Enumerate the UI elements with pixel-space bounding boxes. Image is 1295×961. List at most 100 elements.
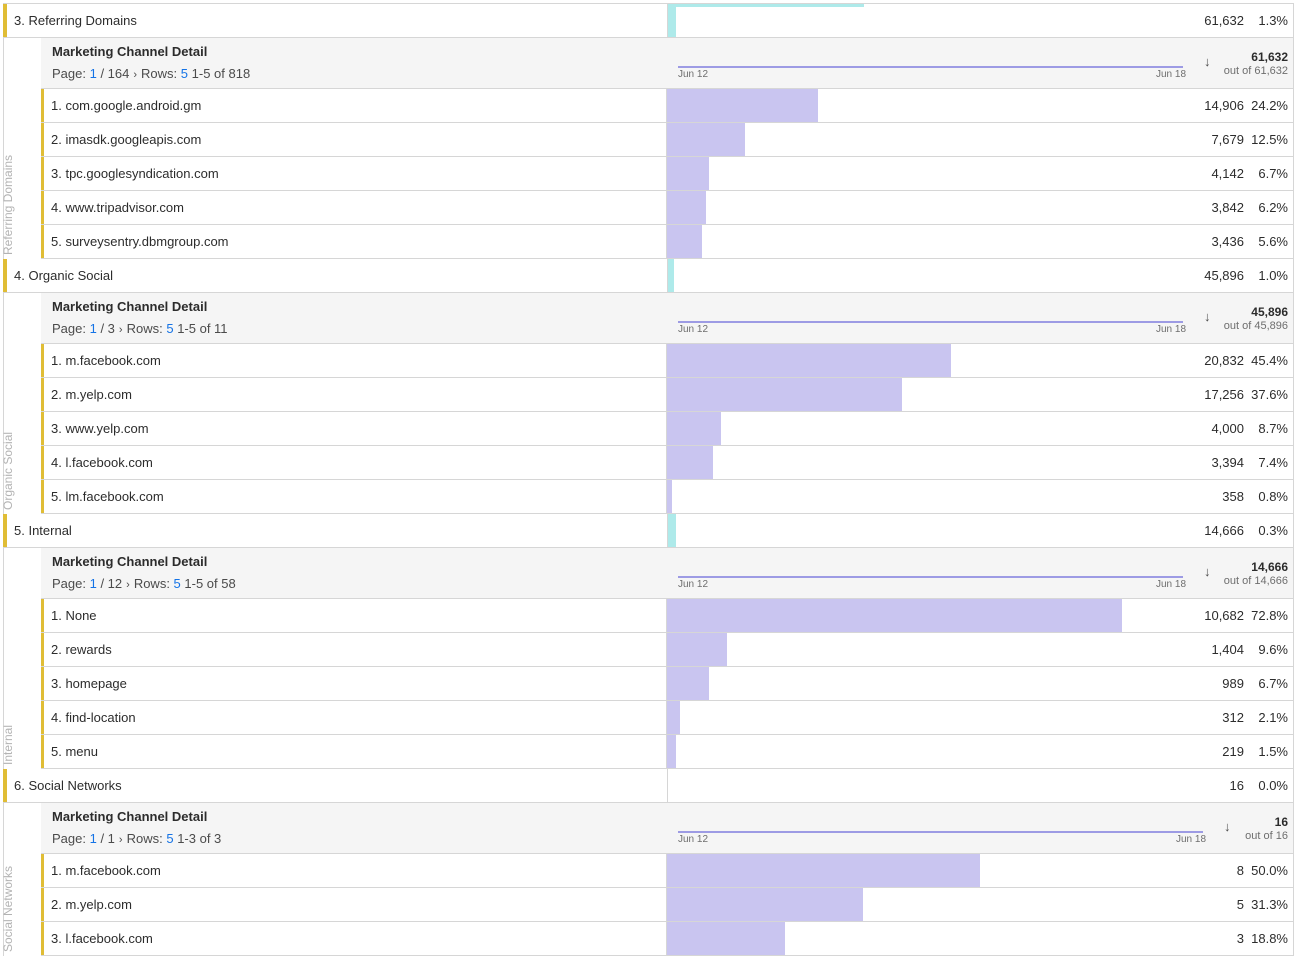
chevron-right-icon[interactable]: › (119, 324, 123, 336)
page-number[interactable]: 1 (90, 831, 97, 846)
breakdown-row[interactable]: 5. lm.facebook.com 358 0.8% (41, 480, 1294, 514)
breakdown-row-label[interactable]: 1. None (51, 599, 97, 632)
breakdown-bar (667, 344, 951, 377)
rows-range: 1-5 of 58 (184, 576, 236, 591)
pagination: Page: 1 / 164 › Rows: 5 1-5 of 818 (52, 66, 250, 81)
breakdown-row-label[interactable]: 5. lm.facebook.com (51, 480, 164, 513)
breakdown-row-label[interactable]: 4. find-location (51, 701, 136, 734)
breakdown-row[interactable]: 2. m.yelp.com 5 31.3% (41, 888, 1294, 922)
arrow-down-icon[interactable]: ↓ (1224, 819, 1231, 834)
breakdown-row-label[interactable]: 5. surveysentry.dbmgroup.com (51, 225, 229, 258)
breakdown-metric-percent: 31.3% (1251, 897, 1288, 912)
breakdown-row[interactable]: 2. imasdk.googleapis.com 7,679 12.5% (41, 123, 1294, 157)
breakdown-group: Social Networks Marketing Channel Detail P… (1, 803, 1294, 956)
channel-row[interactable]: 6. Social Networks 16 0.0% (3, 769, 1294, 803)
breakdown-row-label[interactable]: 3. tpc.googlesyndication.com (51, 157, 219, 190)
breakdown-row-label[interactable]: 1. m.facebook.com (51, 854, 161, 887)
channel-metric-value: 45,896 (1204, 268, 1244, 283)
pagination: Page: 1 / 1 › Rows: 5 1-3 of 3 (52, 831, 221, 846)
breakdown-row[interactable]: 1. com.google.android.gm 14,906 24.2% (41, 89, 1294, 123)
breakdown-row-label[interactable]: 1. m.facebook.com (51, 344, 161, 377)
chevron-right-icon[interactable]: › (126, 579, 130, 591)
arrow-down-icon[interactable]: ↓ (1204, 54, 1211, 69)
page-number[interactable]: 1 (90, 576, 97, 591)
channel-metric-percent: 0.0% (1258, 778, 1288, 793)
arrow-down-icon[interactable]: ↓ (1204, 564, 1211, 579)
breakdown-metric-value: 358 (1222, 489, 1244, 504)
breakdown-row[interactable]: 3. l.facebook.com 3 18.8% (41, 922, 1294, 956)
breakdown-metric-value: 10,682 (1204, 608, 1244, 623)
row-accent-bar (41, 446, 44, 479)
chevron-right-icon[interactable]: › (119, 834, 123, 846)
chevron-right-icon[interactable]: › (133, 69, 137, 81)
date-start-label: Jun 12 (678, 324, 709, 335)
breakdown-row[interactable]: 4. www.tripadvisor.com 3,842 6.2% (41, 191, 1294, 225)
breakdown-metric-value: 989 (1222, 676, 1244, 691)
breakdown-row-label[interactable]: 2. imasdk.googleapis.com (51, 123, 201, 156)
channel-row[interactable]: 4. Organic Social 45,896 1.0% (3, 259, 1294, 293)
breakdown-row-label[interactable]: 3. l.facebook.com (51, 922, 153, 955)
breakdown-row-label[interactable]: 2. m.yelp.com (51, 888, 132, 921)
rows-per-page[interactable]: 5 (166, 831, 173, 846)
channel-label[interactable]: 3. Referring Domains (14, 4, 137, 37)
breakdown-metric-percent: 1.5% (1258, 744, 1288, 759)
breakdown-header: Marketing Channel Detail Page: 1 / 3 › Rows… (41, 293, 1294, 344)
page-number[interactable]: 1 (90, 321, 97, 336)
channel-bar (668, 259, 675, 292)
breakdown-row[interactable]: 2. m.yelp.com 17,256 37.6% (41, 378, 1294, 412)
rows-label: Rows: (126, 831, 167, 846)
breakdown-bar (667, 701, 680, 734)
breakdown-metric-percent: 7.4% (1258, 455, 1288, 470)
breakdown-row[interactable]: 4. l.facebook.com 3,394 7.4% (41, 446, 1294, 480)
breakdown-group: Referring Domains Marketing Channel Detai… (1, 38, 1294, 259)
channel-row[interactable]: 3. Referring Domains 61,632 1.3% (3, 4, 1294, 38)
breakdown-row-label[interactable]: 4. l.facebook.com (51, 446, 153, 479)
breakdown-row-label[interactable]: 2. rewards (51, 633, 112, 666)
breakdown-bar (667, 888, 863, 921)
breakdown-row-label[interactable]: 2. m.yelp.com (51, 378, 132, 411)
row-accent-bar (41, 344, 44, 377)
rows-per-page[interactable]: 5 (166, 321, 173, 336)
page-prefix: Page: (52, 831, 90, 846)
row-accent-bar (41, 633, 44, 666)
breakdown-bar (667, 446, 713, 479)
page-count: / 3 (100, 321, 115, 336)
page-prefix: Page: (52, 576, 90, 591)
rows-per-page[interactable]: 5 (181, 66, 188, 81)
channel-metric-value: 61,632 (1204, 13, 1244, 28)
breakdown-row-label[interactable]: 3. www.yelp.com (51, 412, 149, 445)
breakdown-metric-percent: 5.6% (1258, 234, 1288, 249)
breakdown-row[interactable]: 2. rewards 1,404 9.6% (41, 633, 1294, 667)
breakdown-row[interactable]: 5. surveysentry.dbmgroup.com 3,436 5.6% (41, 225, 1294, 259)
channel-label[interactable]: 5. Internal (14, 514, 72, 547)
rows-per-page[interactable]: 5 (174, 576, 181, 591)
page-number[interactable]: 1 (90, 66, 97, 81)
breakdown-row-label[interactable]: 1. com.google.android.gm (51, 89, 201, 122)
channel-row[interactable]: 5. Internal 14,666 0.3% (3, 514, 1294, 548)
breakdown-row[interactable]: 1. None 10,682 72.8% (41, 599, 1294, 633)
breakdown-row[interactable]: 3. www.yelp.com 4,000 8.7% (41, 412, 1294, 446)
breakdown-title: Marketing Channel Detail (52, 44, 208, 59)
breakdown-bar (667, 667, 709, 700)
rows-label: Rows: (141, 66, 181, 81)
breakdown-row[interactable]: 1. m.facebook.com 20,832 45.4% (41, 344, 1294, 378)
breakdown-row-label[interactable]: 5. menu (51, 735, 98, 768)
date-start-label: Jun 12 (678, 69, 709, 80)
breakdown-metric-percent: 45.4% (1251, 353, 1288, 368)
rows-range: 1-5 of 818 (191, 66, 251, 81)
breakdown-table: Marketing Channel Detail Page: 1 / 164 › Ro… (41, 38, 1294, 259)
channel-label[interactable]: 4. Organic Social (14, 259, 113, 292)
breakdown-row[interactable]: 3. homepage 989 6.7% (41, 667, 1294, 701)
breakdown-metric-percent: 50.0% (1251, 863, 1288, 878)
breakdown-row-label[interactable]: 4. www.tripadvisor.com (51, 191, 184, 224)
arrow-down-icon[interactable]: ↓ (1204, 309, 1211, 324)
channel-label[interactable]: 6. Social Networks (14, 769, 122, 802)
breakdown-row[interactable]: 1. m.facebook.com 8 50.0% (41, 854, 1294, 888)
breakdown-row[interactable]: 3. tpc.googlesyndication.com 4,142 6.7% (41, 157, 1294, 191)
breakdown-row[interactable]: 4. find-location 312 2.1% (41, 701, 1294, 735)
rows-label: Rows: (126, 321, 167, 336)
date-end-label: Jun 18 (1156, 579, 1187, 590)
breakdown-row[interactable]: 5. menu 219 1.5% (41, 735, 1294, 769)
breakdown-total: 61,632 (1251, 50, 1288, 64)
breakdown-row-label[interactable]: 3. homepage (51, 667, 127, 700)
